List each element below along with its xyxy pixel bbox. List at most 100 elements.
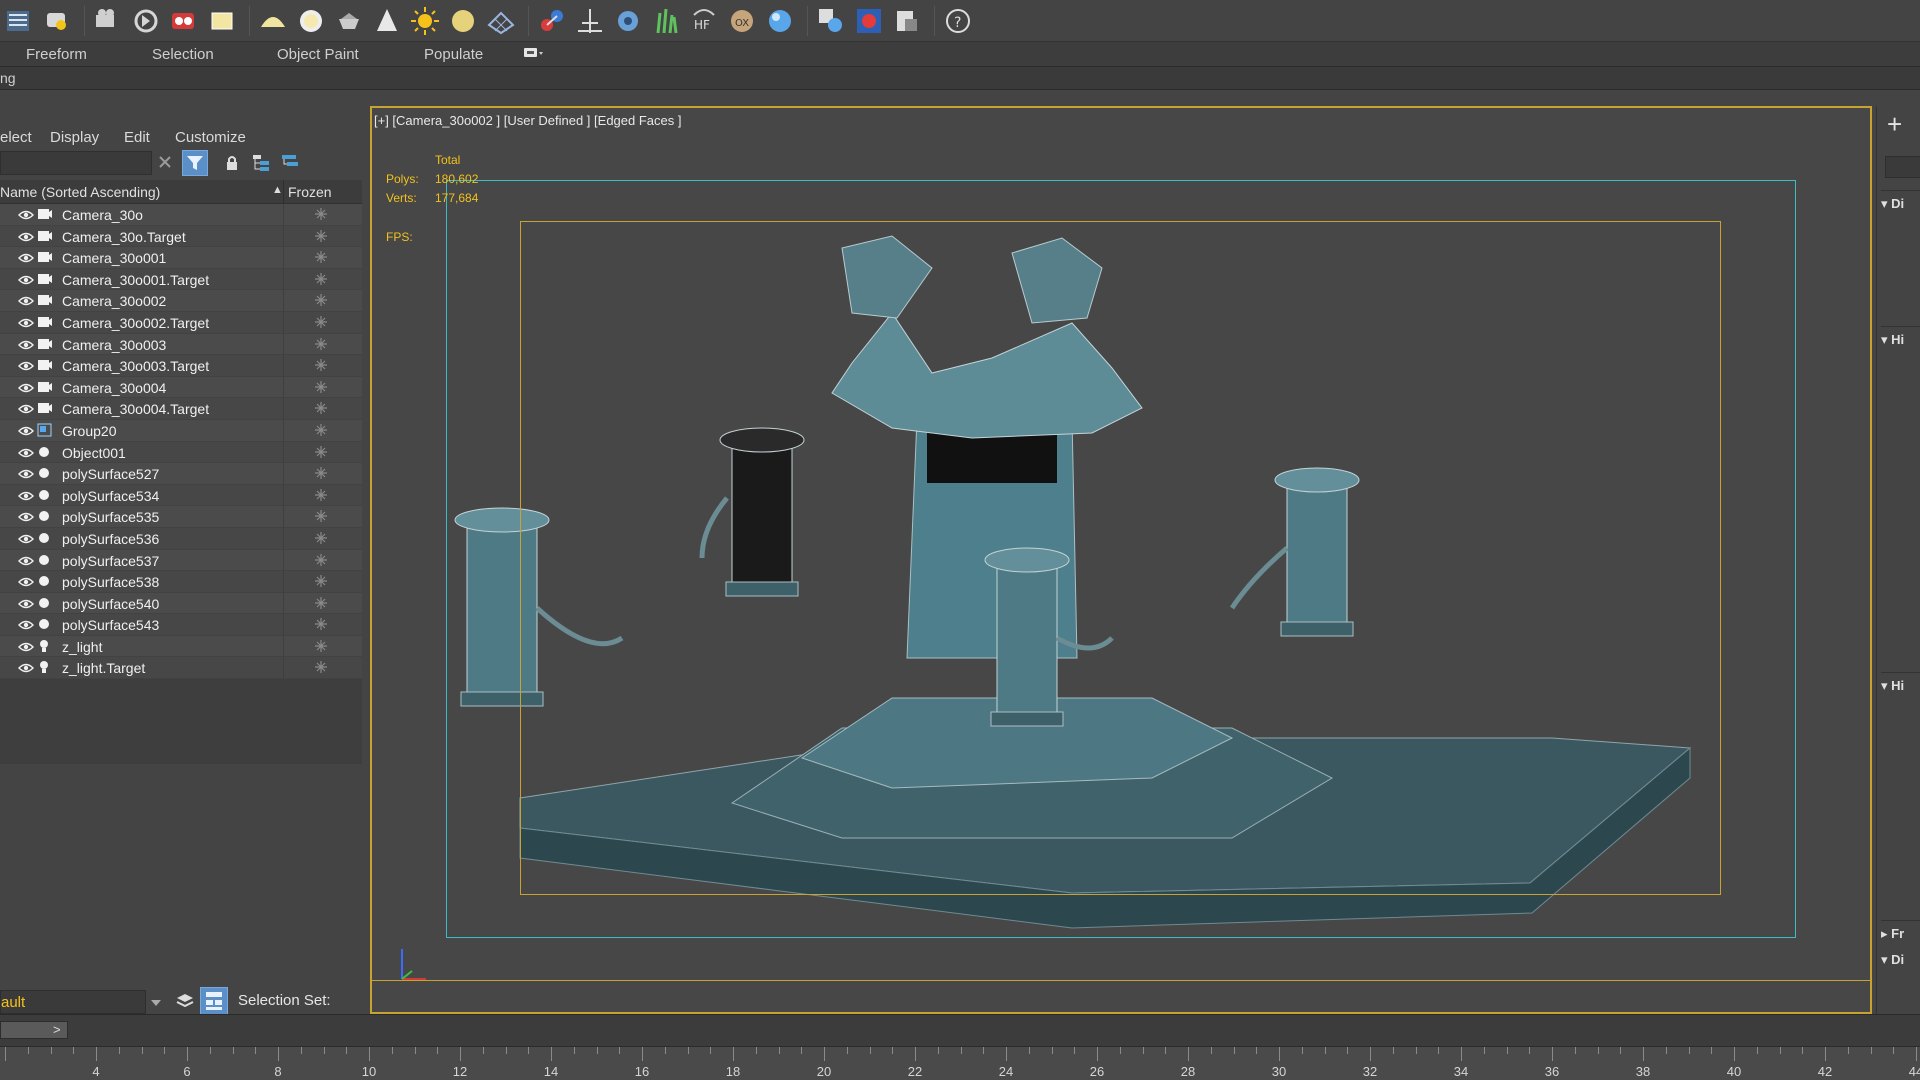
- freeze-snowflake-icon[interactable]: [314, 660, 328, 674]
- lock-icon[interactable]: [225, 155, 239, 176]
- visibility-eye-icon[interactable]: [18, 359, 34, 371]
- menu-customize[interactable]: Customize: [175, 129, 246, 146]
- visibility-eye-icon[interactable]: [18, 597, 34, 609]
- menu-edit[interactable]: Edit: [124, 129, 150, 146]
- tab-object-paint[interactable]: Object Paint: [277, 46, 359, 63]
- freeze-snowflake-icon[interactable]: [314, 229, 328, 243]
- menu-icon[interactable]: [2, 4, 36, 38]
- list-item[interactable]: Camera_30o003.Target: [0, 355, 362, 378]
- list-item[interactable]: Group20: [0, 419, 362, 442]
- visibility-eye-icon[interactable]: [18, 489, 34, 501]
- material-sphere-icon[interactable]: [763, 4, 797, 38]
- time-slider-next-arrow[interactable]: >: [53, 1022, 61, 1037]
- list-item[interactable]: Object001: [0, 441, 362, 464]
- list-item[interactable]: Camera_30o004.Target: [0, 398, 362, 421]
- timeline-ruler[interactable]: 4 6 8 10 12 14 16 18 20 22 24 26 28 30 32 34 36 38 40 42 44: [0, 1046, 1920, 1080]
- list-item[interactable]: polySurface537: [0, 549, 362, 572]
- tab-freeform[interactable]: Freeform: [26, 46, 87, 63]
- freeze-snowflake-icon[interactable]: [314, 380, 328, 394]
- explorer-icon[interactable]: [890, 4, 924, 38]
- visibility-eye-icon[interactable]: [18, 467, 34, 479]
- freeze-snowflake-icon[interactable]: [314, 250, 328, 264]
- visibility-eye-icon[interactable]: [18, 446, 34, 458]
- render-icon[interactable]: [852, 4, 886, 38]
- list-item[interactable]: polySurface536: [0, 527, 362, 550]
- list-item[interactable]: z_light.Target: [0, 657, 362, 680]
- tab-populate[interactable]: Populate: [424, 46, 483, 63]
- search-input[interactable]: [0, 151, 152, 175]
- visibility-eye-icon[interactable]: [18, 532, 34, 544]
- column-frozen-header[interactable]: Frozen: [288, 184, 332, 200]
- freeze-snowflake-icon[interactable]: [314, 293, 328, 307]
- motion-icon[interactable]: [129, 4, 163, 38]
- freeze-snowflake-icon[interactable]: [314, 617, 328, 631]
- box-icon[interactable]: [205, 4, 239, 38]
- menu-select[interactable]: elect: [0, 129, 32, 146]
- clear-search-icon[interactable]: [157, 154, 173, 175]
- visibility-eye-icon[interactable]: [18, 661, 34, 673]
- freeze-snowflake-icon[interactable]: [314, 315, 328, 329]
- material-editor-icon[interactable]: [814, 4, 848, 38]
- rollout-display-properties[interactable]: ▾ Di: [1881, 952, 1920, 970]
- rollout-hide-by-category[interactable]: ▾ Hi: [1881, 678, 1920, 696]
- hierarchy-expand-icon[interactable]: [252, 154, 270, 177]
- column-name-header[interactable]: Name (Sorted Ascending): [0, 184, 160, 200]
- visibility-eye-icon[interactable]: [18, 575, 34, 587]
- teapot-icon[interactable]: [40, 4, 74, 38]
- circle-light-icon[interactable]: [446, 4, 480, 38]
- teapot-shape-icon[interactable]: [332, 4, 366, 38]
- rollout-display[interactable]: ▾ Di: [1881, 196, 1920, 214]
- constraint-icon[interactable]: [573, 4, 607, 38]
- freeze-snowflake-icon[interactable]: [314, 401, 328, 415]
- render-frame-icon[interactable]: [167, 4, 201, 38]
- grass-icon[interactable]: [649, 4, 683, 38]
- list-item[interactable]: Camera_30o001.Target: [0, 268, 362, 291]
- list-item[interactable]: polySurface527: [0, 463, 362, 486]
- visibility-eye-icon[interactable]: [18, 554, 34, 566]
- dome-icon[interactable]: [256, 4, 290, 38]
- molecule-icon[interactable]: [535, 4, 569, 38]
- viewport-label-menu[interactable]: [+] [Camera_30o002 ] [User Defined ] [Ed…: [374, 113, 681, 128]
- hierarchy-icon[interactable]: [200, 987, 228, 1015]
- visibility-eye-icon[interactable]: [18, 338, 34, 350]
- grid-icon[interactable]: [484, 4, 518, 38]
- freeze-snowflake-icon[interactable]: [314, 574, 328, 588]
- visibility-eye-icon[interactable]: [18, 251, 34, 263]
- freeze-snowflake-icon[interactable]: [314, 553, 328, 567]
- freeze-snowflake-icon[interactable]: [314, 337, 328, 351]
- freeze-snowflake-icon[interactable]: [314, 358, 328, 372]
- help-icon[interactable]: ?: [941, 4, 975, 38]
- freeze-snowflake-icon[interactable]: [314, 423, 328, 437]
- sphere-icon[interactable]: [294, 4, 328, 38]
- rollout-freeze[interactable]: ▸ Fr: [1881, 926, 1920, 944]
- object-name-field[interactable]: [1885, 156, 1920, 178]
- visibility-eye-icon[interactable]: [18, 316, 34, 328]
- list-item[interactable]: Camera_30o003: [0, 333, 362, 356]
- list-item[interactable]: polySurface538: [0, 571, 362, 594]
- visibility-eye-icon[interactable]: [18, 381, 34, 393]
- freeze-snowflake-icon[interactable]: [314, 639, 328, 653]
- freeze-snowflake-icon[interactable]: [314, 488, 328, 502]
- create-panel-plus-icon[interactable]: +: [1887, 111, 1902, 137]
- layers-icon[interactable]: [176, 992, 194, 1015]
- visibility-eye-icon[interactable]: [18, 294, 34, 306]
- list-item[interactable]: polySurface535: [0, 506, 362, 529]
- visibility-eye-icon[interactable]: [18, 618, 34, 630]
- list-item[interactable]: polySurface540: [0, 592, 362, 615]
- visibility-eye-icon[interactable]: [18, 402, 34, 414]
- freeze-snowflake-icon[interactable]: [314, 207, 328, 221]
- list-item[interactable]: polySurface543: [0, 614, 362, 637]
- visibility-eye-icon[interactable]: [18, 208, 34, 220]
- sun-icon[interactable]: [408, 4, 442, 38]
- time-slider[interactable]: >: [0, 1021, 68, 1039]
- ox-icon[interactable]: OX: [725, 4, 759, 38]
- visibility-eye-icon[interactable]: [18, 424, 34, 436]
- hierarchy-collapse-icon[interactable]: [281, 154, 299, 177]
- gear-cloud-icon[interactable]: [611, 4, 645, 38]
- visibility-eye-icon[interactable]: [18, 273, 34, 285]
- render-setup-icon[interactable]: [91, 4, 125, 38]
- freeze-snowflake-icon[interactable]: [314, 445, 328, 459]
- visibility-eye-icon[interactable]: [18, 510, 34, 522]
- freeze-snowflake-icon[interactable]: [314, 466, 328, 480]
- cone-icon[interactable]: [370, 4, 404, 38]
